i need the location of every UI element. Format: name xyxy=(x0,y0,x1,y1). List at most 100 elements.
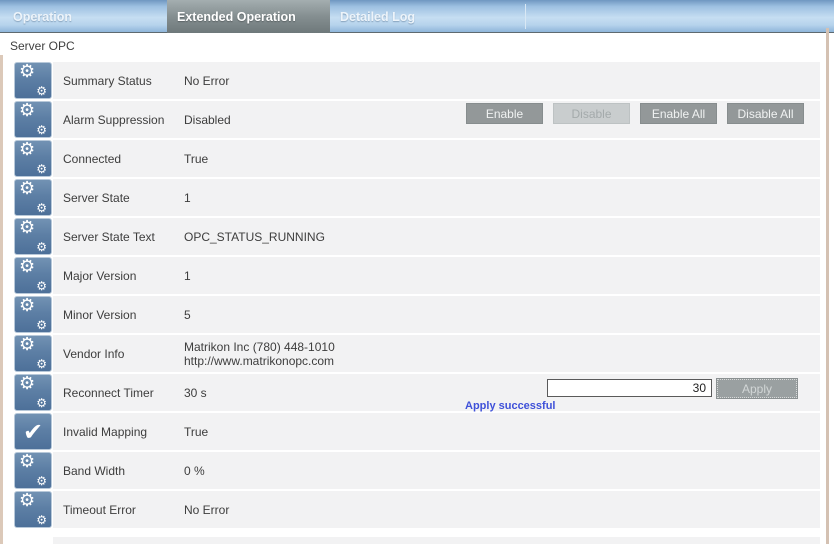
gear-glyph-small: ⚙ xyxy=(36,280,47,292)
property-row: ⚙⚙ Alarm Suppression Disabled Enable Disa… xyxy=(14,101,820,138)
gear-glyph-large: ⚙ xyxy=(19,297,35,315)
gear-glyph-large: ⚙ xyxy=(19,102,35,120)
property-row-strip: Band Width 0 % xyxy=(53,452,820,489)
property-row-strip: Connected True xyxy=(53,140,820,177)
check-icon[interactable]: ✔ xyxy=(14,413,52,450)
property-row: ⚙⚙ Vendor Info Matrikon Inc (780) 448-10… xyxy=(14,335,820,372)
disable-all-button[interactable]: Disable All xyxy=(727,103,804,124)
property-row: ⚙⚙ Summary Status No Error xyxy=(14,62,820,99)
property-value: No Error xyxy=(184,503,229,517)
property-value: 0 % xyxy=(184,464,205,478)
property-row-strip: Timeout Error No Error xyxy=(53,491,820,528)
gear-glyph-small: ⚙ xyxy=(36,514,47,526)
property-value: No Error xyxy=(184,74,229,88)
gear-glyph-small: ⚙ xyxy=(36,85,47,97)
property-label: Reconnect Timer xyxy=(63,386,184,400)
tab-label: Operation xyxy=(13,10,72,24)
gear-glyph-large: ⚙ xyxy=(19,219,35,237)
property-row: ⚙⚙ Reconnect Timer 30 s Apply Apply succe… xyxy=(14,374,820,411)
gear-glyph-small: ⚙ xyxy=(36,124,47,136)
tab-bar: Operation Extended Operation Detailed Lo… xyxy=(0,0,834,33)
window-frame-left xyxy=(0,55,3,544)
property-row: ⚙⚙ Connected True xyxy=(14,140,820,177)
gears-icon[interactable]: ⚙⚙ xyxy=(14,257,52,294)
property-list: ⚙⚙ Summary Status No Error ⚙⚙ Alarm Supp… xyxy=(14,62,820,530)
gear-glyph-small: ⚙ xyxy=(36,397,47,409)
property-row-strip: Invalid Mapping True xyxy=(53,413,820,450)
gear-glyph-small: ⚙ xyxy=(36,358,47,370)
gears-icon[interactable]: ⚙⚙ xyxy=(14,452,52,489)
gears-icon[interactable]: ⚙⚙ xyxy=(14,296,52,333)
property-row-strip: Vendor Info Matrikon Inc (780) 448-1010 … xyxy=(53,335,820,372)
property-label: Connected xyxy=(63,152,184,166)
property-row: ⚙⚙ Server State 1 xyxy=(14,179,820,216)
property-value: Disabled xyxy=(184,113,231,127)
gears-icon[interactable]: ⚙⚙ xyxy=(14,179,52,216)
gear-glyph-small: ⚙ xyxy=(36,241,47,253)
tab-operation[interactable]: Operation xyxy=(3,0,167,33)
enable-all-button[interactable]: Enable All xyxy=(640,103,717,124)
gears-icon[interactable]: ⚙⚙ xyxy=(14,62,52,99)
property-label: Invalid Mapping xyxy=(63,425,184,439)
gears-icon[interactable]: ⚙⚙ xyxy=(14,374,52,411)
property-row: ⚙⚙ Server State Text OPC_STATUS_RUNNING xyxy=(14,218,820,255)
reconnect-timer-input[interactable] xyxy=(547,379,712,397)
gear-glyph-large: ⚙ xyxy=(19,180,35,198)
property-label: Timeout Error xyxy=(63,503,184,517)
disable-button[interactable]: Disable xyxy=(553,103,630,124)
property-row-strip: Server State 1 xyxy=(53,179,820,216)
property-value: 1 xyxy=(184,191,191,205)
property-row: ⚙⚙ Minor Version 5 xyxy=(14,296,820,333)
tab-label: Detailed Log xyxy=(340,10,415,24)
property-label: Minor Version xyxy=(63,308,184,322)
gear-glyph-small: ⚙ xyxy=(36,475,47,487)
gear-glyph-large: ⚙ xyxy=(19,63,35,81)
gear-glyph-large: ⚙ xyxy=(19,336,35,354)
gear-glyph-large: ⚙ xyxy=(19,258,35,276)
property-label: Major Version xyxy=(63,269,184,283)
gears-icon[interactable]: ⚙⚙ xyxy=(14,101,52,138)
property-label: Vendor Info xyxy=(63,347,184,361)
alarm-suppression-buttons: Enable Disable Enable All Disable All xyxy=(466,103,804,124)
enable-button[interactable]: Enable xyxy=(466,103,543,124)
property-label: Server State Text xyxy=(63,230,184,244)
property-value: 5 xyxy=(184,308,191,322)
page-title: Server OPC xyxy=(10,39,75,53)
property-label: Server State xyxy=(63,191,184,205)
gear-glyph-small: ⚙ xyxy=(36,163,47,175)
tab-separator xyxy=(525,4,526,29)
property-row-strip: Minor Version 5 xyxy=(53,296,820,333)
tab-label: Extended Operation xyxy=(177,10,296,24)
gears-icon[interactable]: ⚙⚙ xyxy=(14,218,52,255)
gears-icon[interactable]: ⚙⚙ xyxy=(14,491,52,528)
gear-glyph-small: ⚙ xyxy=(36,202,47,214)
property-row: ⚙⚙ Timeout Error No Error xyxy=(14,491,820,528)
window-frame-right xyxy=(826,28,829,544)
property-value: 1 xyxy=(184,269,191,283)
property-row: ✔ Invalid Mapping True xyxy=(14,413,820,450)
apply-status-message: Apply successful xyxy=(465,400,555,412)
gears-icon[interactable]: ⚙⚙ xyxy=(14,335,52,372)
property-label: Band Width xyxy=(63,464,184,478)
property-row-strip: Major Version 1 xyxy=(53,257,820,294)
tab-extended-operation[interactable]: Extended Operation xyxy=(167,0,330,33)
gears-icon[interactable]: ⚙⚙ xyxy=(14,140,52,177)
property-row-strip: Summary Status No Error xyxy=(53,62,820,99)
gear-glyph-large: ⚙ xyxy=(19,141,35,159)
property-value: OPC_STATUS_RUNNING xyxy=(184,230,325,244)
partial-next-row xyxy=(53,537,820,544)
apply-button[interactable]: Apply xyxy=(717,379,797,398)
property-value: 30 s xyxy=(184,386,207,400)
check-glyph: ✔ xyxy=(15,414,51,449)
property-row-strip: Server State Text OPC_STATUS_RUNNING xyxy=(53,218,820,255)
gear-glyph-large: ⚙ xyxy=(19,375,35,393)
property-value: True xyxy=(184,425,208,439)
property-label: Alarm Suppression xyxy=(63,113,184,127)
property-value: True xyxy=(184,152,208,166)
tab-detailed-log[interactable]: Detailed Log xyxy=(330,0,470,33)
property-row: ⚙⚙ Major Version 1 xyxy=(14,257,820,294)
gear-glyph-small: ⚙ xyxy=(36,319,47,331)
property-label: Summary Status xyxy=(63,74,184,88)
gear-glyph-large: ⚙ xyxy=(19,492,35,510)
property-row: ⚙⚙ Band Width 0 % xyxy=(14,452,820,489)
